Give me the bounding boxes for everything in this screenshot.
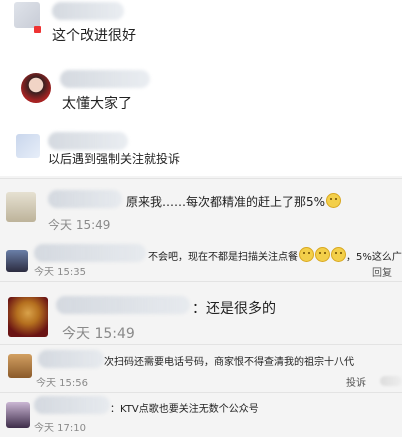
smile-emoji-icon: [326, 193, 342, 208]
comment-text-tail: ，5%这么广泛吗: [346, 252, 402, 263]
timestamp: 今天 15:56: [36, 378, 88, 389]
username-blurred: [48, 190, 122, 208]
comment-text: ：KTV点歌也要关注无数个公众号: [110, 404, 259, 415]
avatar[interactable]: [8, 297, 48, 337]
more-icon[interactable]: [380, 376, 402, 386]
avatar[interactable]: [21, 73, 51, 103]
comment-text: 太懂大家了: [62, 96, 132, 112]
smile-emoji-icon: [331, 247, 346, 262]
divider: [0, 344, 402, 345]
comment-text: 这个改进很好: [52, 28, 136, 44]
timestamp: 今天 15:35: [34, 267, 86, 278]
timestamp: 今天 15:49: [48, 218, 111, 232]
smile-emoji-icon: [315, 247, 330, 262]
comment-text: 次扫码还需要电话号码，商家恨不得查清我的祖宗十八代: [104, 357, 354, 368]
divider: [0, 281, 402, 282]
comment-row: ：还是很多的 今天 15:49: [0, 283, 402, 342]
comment-row: 这个改进很好: [0, 0, 402, 58]
username-blurred: [48, 132, 128, 150]
badge-icon: [34, 26, 41, 33]
avatar[interactable]: [8, 354, 32, 378]
reply-link[interactable]: 回复: [372, 264, 392, 279]
comment-row: ：KTV点歌也要关注无数个公众号 今天 17:10: [0, 394, 402, 437]
comment-text-main: 原来我……每次都精准的赶上了那5%: [126, 195, 326, 209]
comment-text: 原来我……每次都精准的赶上了那5%: [126, 193, 342, 210]
avatar[interactable]: [6, 192, 36, 222]
avatar[interactable]: [6, 402, 30, 428]
username-blurred: [56, 296, 190, 314]
comment-text: 以后遇到强制关注就投诉: [48, 152, 181, 166]
comment-row: 原来我……每次都精准的赶上了那5% 今天 15:49: [0, 180, 402, 234]
username-blurred: [52, 2, 124, 20]
divider: [0, 392, 402, 393]
comment-row: 以后遇到强制关注就投诉: [0, 124, 402, 176]
username-blurred: [34, 244, 146, 262]
avatar[interactable]: [14, 2, 40, 28]
comment-text: ：还是很多的: [192, 301, 276, 317]
avatar[interactable]: [6, 250, 28, 272]
report-link[interactable]: 投诉: [346, 374, 366, 389]
divider: [0, 178, 402, 179]
username-blurred: [34, 396, 110, 414]
timestamp: 今天 17:10: [34, 423, 86, 434]
comment-text-main: 不会吧，现在不都是扫描关注点餐: [148, 252, 298, 263]
smile-emoji-icon: [299, 247, 314, 262]
comment-row: 次扫码还需要电话号码，商家恨不得查清我的祖宗十八代 今天 15:56 投诉: [0, 346, 402, 392]
avatar[interactable]: [16, 134, 40, 158]
username-blurred: [60, 70, 150, 88]
comment-text: 不会吧，现在不都是扫描关注点餐 ，5%这么广泛吗: [148, 247, 402, 263]
comment-row: 不会吧，现在不都是扫描关注点餐 ，5%这么广泛吗 今天 15:35 回复: [0, 236, 402, 280]
timestamp: 今天 15:49: [62, 326, 135, 342]
comment-row: 太懂大家了: [0, 58, 402, 124]
username-blurred: [38, 350, 104, 368]
